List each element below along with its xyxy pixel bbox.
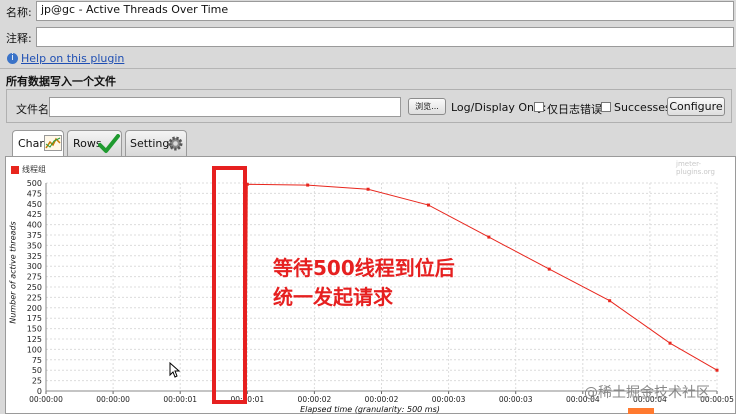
x-tick-label: 00:00:01 bbox=[163, 395, 197, 404]
data-point bbox=[715, 368, 719, 372]
legend-label: 线程组 bbox=[22, 165, 46, 174]
x-tick-label: 00:00:02 bbox=[298, 395, 332, 404]
data-point bbox=[547, 267, 551, 271]
y-tick-label: 425 bbox=[27, 210, 42, 219]
annotation-line-2: 统一发起请求 bbox=[273, 285, 393, 309]
x-tick-label: 00:00:02 bbox=[365, 395, 399, 404]
data-point bbox=[366, 187, 370, 191]
annotation-line-1: 等待500线程到位后 bbox=[273, 256, 455, 280]
x-axis-label: Elapsed time (granularity: 500 ms) bbox=[300, 405, 440, 414]
y-tick-label: 100 bbox=[27, 345, 42, 354]
data-point bbox=[426, 203, 430, 207]
x-tick-label: 00:00:03 bbox=[432, 395, 466, 404]
footer-watermark: @稀土掘金技术社区 bbox=[584, 385, 710, 401]
y-tick-label: 225 bbox=[27, 293, 42, 302]
y-tick-label: 200 bbox=[27, 304, 42, 313]
y-tick-label: 400 bbox=[27, 221, 42, 230]
orange-mark bbox=[628, 408, 654, 414]
cursor-icon bbox=[169, 362, 181, 378]
data-point bbox=[306, 183, 310, 187]
x-tick-label: 00:00:00 bbox=[29, 395, 63, 404]
data-point bbox=[608, 299, 612, 303]
chart-svg: 0255075100125150175200225250275300325350… bbox=[27, 179, 734, 404]
y-tick-label: 250 bbox=[27, 283, 42, 292]
y-tick-label: 275 bbox=[27, 273, 42, 282]
y-tick-label: 300 bbox=[27, 262, 42, 271]
y-tick-label: 450 bbox=[27, 200, 42, 209]
y-tick-label: 150 bbox=[27, 325, 42, 334]
y-tick-label: 325 bbox=[27, 252, 42, 261]
y-tick-label: 75 bbox=[32, 356, 42, 365]
data-point bbox=[487, 235, 491, 239]
y-tick-label: 500 bbox=[27, 179, 42, 188]
y-axis-label: Number of active threads bbox=[8, 221, 18, 324]
y-tick-label: 175 bbox=[27, 314, 42, 323]
y-tick-label: 25 bbox=[32, 377, 42, 386]
highlight-box bbox=[212, 166, 247, 404]
y-tick-label: 125 bbox=[27, 335, 42, 344]
annotation-text: 等待500线程到位后 统一发起请求 bbox=[273, 254, 455, 312]
x-tick-label: 00:00:03 bbox=[499, 395, 533, 404]
legend-swatch bbox=[11, 166, 19, 174]
y-tick-label: 375 bbox=[27, 231, 42, 240]
x-tick-label: 00:00:00 bbox=[96, 395, 130, 404]
chart-watermark: jmeter-plugins.org bbox=[676, 160, 716, 176]
y-tick-label: 50 bbox=[32, 366, 42, 375]
data-point bbox=[668, 341, 672, 345]
y-tick-label: 475 bbox=[27, 189, 42, 198]
y-tick-label: 350 bbox=[27, 241, 42, 250]
